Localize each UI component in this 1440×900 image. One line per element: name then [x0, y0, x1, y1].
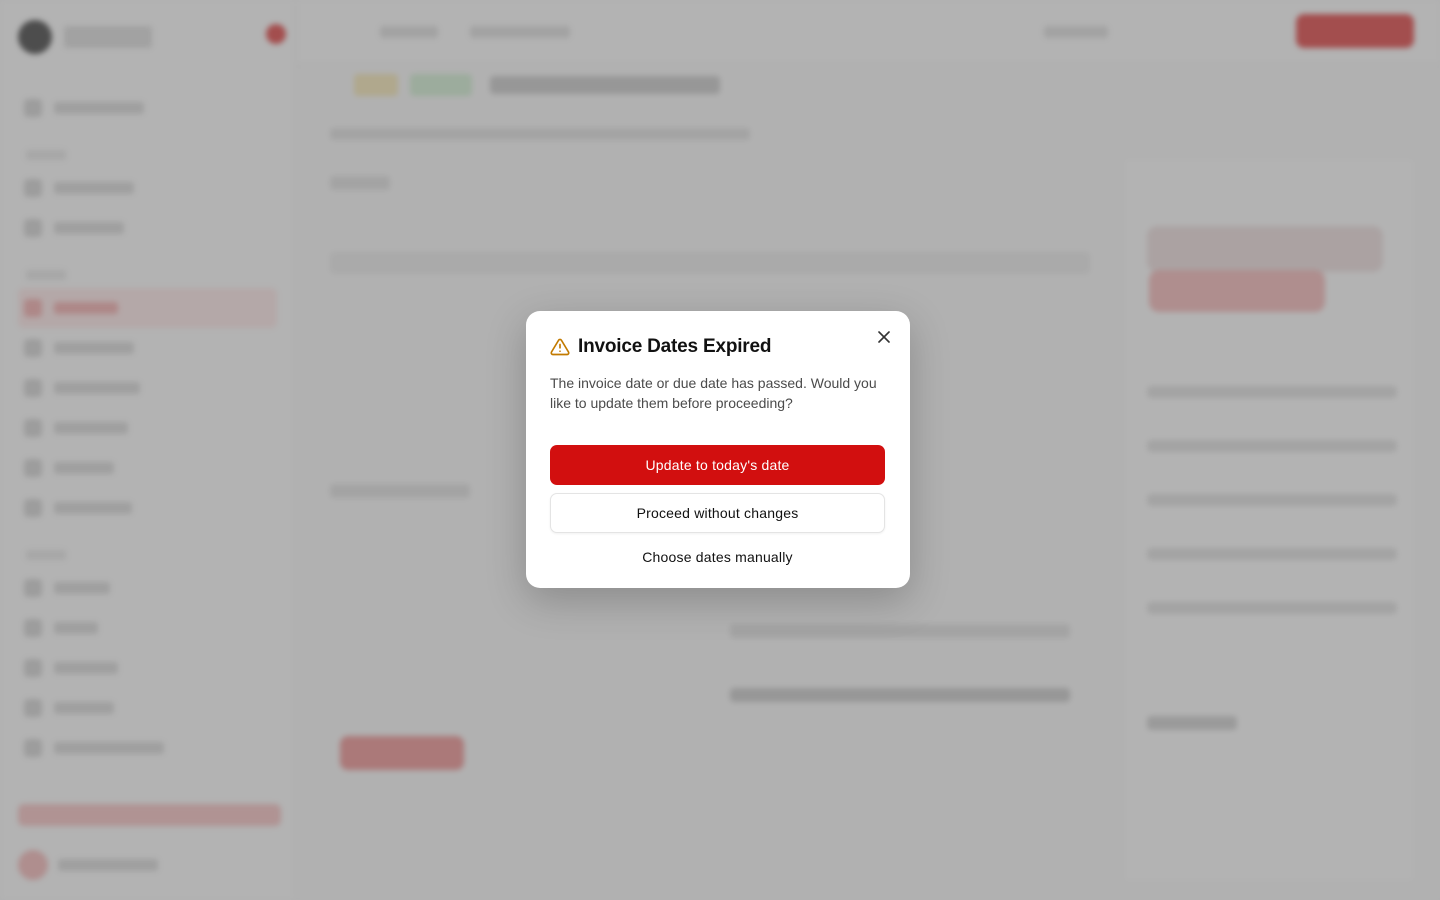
dialog-title: Invoice Dates Expired: [578, 336, 772, 357]
dialog-header: Invoice Dates Expired: [550, 335, 886, 359]
close-icon: [878, 331, 890, 343]
proceed-without-changes-button[interactable]: Proceed without changes: [550, 493, 885, 533]
warning-icon: [550, 337, 570, 357]
update-to-today-button[interactable]: Update to today's date: [550, 445, 885, 485]
dialog-description: The invoice date or due date has passed.…: [550, 375, 877, 411]
close-button[interactable]: [874, 327, 894, 347]
choose-dates-manually-button[interactable]: Choose dates manually: [550, 537, 885, 577]
invoice-dates-expired-dialog: Invoice Dates Expired The invoice date o…: [526, 311, 910, 588]
